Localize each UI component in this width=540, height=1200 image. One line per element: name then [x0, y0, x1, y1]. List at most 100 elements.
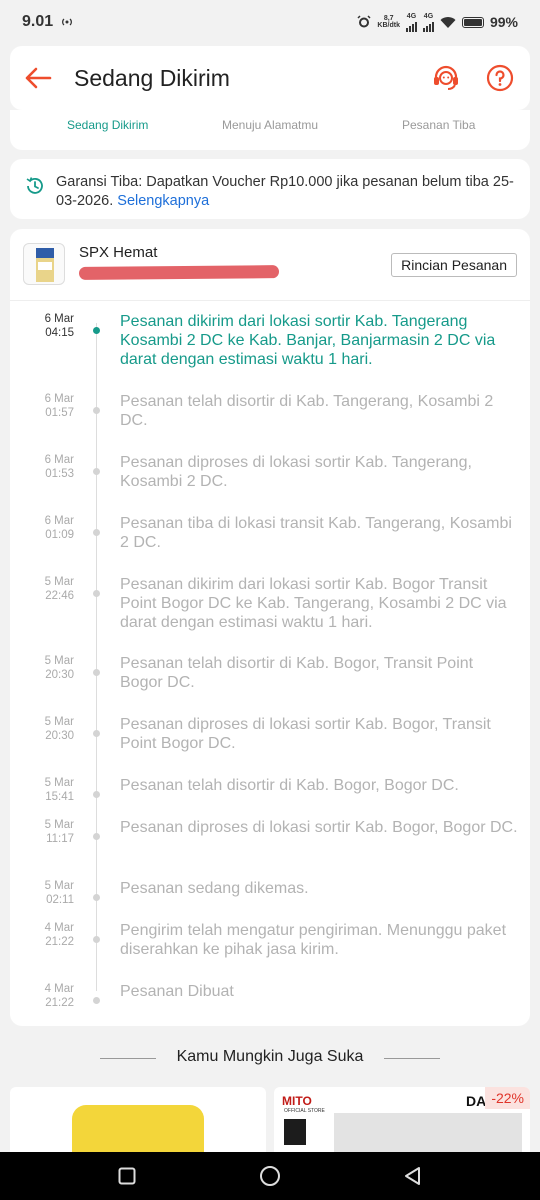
alarm-icon — [357, 15, 371, 29]
timeline-dot — [93, 468, 100, 475]
timeline-dot — [93, 730, 100, 737]
carrier-row: SPX Hemat Rincian Pesanan — [10, 229, 530, 301]
event-text: Pesanan diproses di lokasi sortir Kab. B… — [120, 819, 518, 836]
redaction-mark — [78, 265, 280, 280]
app-header: Sedang Dikirim — [10, 46, 530, 110]
event-text: Pesanan telah disortir di Kab. Bogor, Bo… — [120, 777, 459, 794]
square-icon[interactable] — [115, 1164, 139, 1188]
hotspot-icon — [61, 17, 73, 27]
event-datetime: 6 Mar 01:57 — [10, 392, 74, 420]
product-image — [334, 1113, 522, 1152]
event-time: 01:57 — [45, 407, 74, 419]
event-datetime: 6 Mar 01:09 — [10, 514, 74, 542]
event-datetime: 5 Mar 15:41 — [10, 776, 74, 804]
event-text: Pengirim telah mengatur pengiriman. Menu… — [120, 922, 507, 958]
event-text: Pesanan sedang dikemas. — [120, 880, 309, 897]
timeline-dot — [93, 669, 100, 676]
brand-logo: MITO — [282, 1094, 312, 1108]
event-time: 20:30 — [45, 669, 74, 681]
event-time: 20:30 — [45, 730, 74, 742]
battery-percent: 99% — [489, 14, 518, 30]
timeline-dot — [93, 894, 100, 901]
store-badge-icon — [284, 1119, 306, 1145]
event-date: 5 Mar — [44, 777, 74, 789]
event-time: 11:17 — [46, 833, 74, 845]
signal-bars-icon — [422, 20, 434, 32]
battery-icon — [461, 16, 484, 28]
event-date: 6 Mar — [44, 313, 74, 325]
product-image — [72, 1105, 204, 1152]
event-date: 5 Mar — [44, 576, 74, 588]
net-speed-unit: KB/dtk — [377, 22, 400, 29]
event-text: Pesanan diproses di lokasi sortir Kab. B… — [120, 716, 491, 752]
event-text: Pesanan Dibuat — [120, 983, 234, 1000]
triangle-back-icon[interactable] — [401, 1164, 425, 1188]
event-datetime: 6 Mar 01:53 — [10, 453, 74, 481]
event-datetime: 4 Mar 21:22 — [10, 982, 74, 1010]
event-date: 6 Mar — [44, 454, 74, 466]
guarantee-notice: Garansi Tiba: Dapatkan Voucher Rp10.000 … — [10, 159, 530, 219]
page-title: Sedang Dikirim — [74, 64, 230, 91]
timeline-dot — [93, 833, 100, 840]
step-sedang-dikirim: Sedang Dikirim — [67, 118, 149, 132]
divider-right — [384, 1058, 440, 1059]
timeline-line — [96, 323, 97, 991]
event-time: 21:22 — [45, 936, 74, 948]
product-thumbnail — [23, 243, 65, 285]
event-datetime: 4 Mar 21:22 — [10, 921, 74, 949]
tracking-timeline: 6 Mar 04:15 Pesanan dikirim dari lokasi s… — [10, 301, 530, 1026]
net-speed-value: 8,7 — [383, 15, 394, 22]
signal-2: 4G — [422, 12, 434, 32]
timeline-dot — [93, 529, 100, 536]
headset-icon[interactable] — [430, 62, 462, 94]
event-time: 15:41 — [45, 791, 74, 803]
event-time: 04:15 — [45, 327, 74, 339]
timeline-dot — [93, 407, 100, 414]
product-card[interactable] — [10, 1087, 266, 1152]
timeline-dot — [93, 997, 100, 1004]
timeline-dot — [93, 590, 100, 597]
event-time: 02:11 — [46, 894, 74, 906]
signal-1: 4G — [405, 12, 417, 32]
product-card[interactable]: MITO OFFICIAL STORE DAI -22% — [274, 1087, 530, 1152]
event-date: 6 Mar — [44, 515, 74, 527]
network-label-1: 4G — [406, 12, 417, 20]
event-datetime: 6 Mar 04:15 — [10, 312, 74, 340]
event-text: Pesanan tiba di lokasi transit Kab. Tang… — [120, 515, 512, 551]
event-date: 4 Mar — [44, 922, 74, 934]
event-datetime: 5 Mar 02:11 — [10, 879, 74, 907]
order-detail-button[interactable]: Rincian Pesanan — [391, 253, 517, 277]
event-text: Pesanan telah disortir di Kab. Tangerang… — [120, 393, 494, 429]
event-time: 01:53 — [45, 468, 74, 480]
recommendations-title: Kamu Mungkin Juga Suka — [176, 1048, 364, 1065]
event-date: 5 Mar — [44, 655, 74, 667]
tracking-card: SPX Hemat Rincian Pesanan 6 Mar 04:15 Pes… — [10, 229, 530, 1026]
system-nav-bar — [0, 1152, 540, 1200]
event-date: 4 Mar — [44, 983, 74, 995]
learn-more-link[interactable]: Selengkapnya — [117, 193, 209, 209]
event-date: 5 Mar — [44, 819, 74, 831]
event-date: 5 Mar — [44, 716, 74, 728]
event-text: Pesanan dikirim dari lokasi sortir Kab. … — [120, 576, 507, 631]
signal-bars-icon — [405, 20, 417, 32]
arrow-left-icon[interactable] — [24, 64, 52, 92]
network-label-2: 4G — [423, 12, 434, 20]
event-text: Pesanan diproses di lokasi sortir Kab. T… — [120, 454, 472, 490]
question-circle-icon[interactable] — [484, 62, 516, 94]
event-text: Pesanan telah disortir di Kab. Bogor, Tr… — [120, 655, 474, 691]
circle-icon[interactable] — [258, 1164, 282, 1188]
event-datetime: 5 Mar 22:46 — [10, 575, 74, 603]
wifi-icon — [440, 16, 456, 29]
step-menuju-alamat: Menuju Alamatmu — [222, 118, 319, 132]
event-time: 21:22 — [45, 997, 74, 1009]
step-pesanan-tiba: Pesanan Tiba — [402, 118, 476, 132]
event-datetime: 5 Mar 11:17 — [10, 818, 74, 846]
discount-badge: -22% — [485, 1087, 530, 1109]
status-bar: 9.01 8,7 KB/dtk 4G 4G 99% — [0, 0, 540, 44]
event-time: 22:46 — [45, 590, 74, 602]
status-time: 9.01 — [22, 13, 54, 30]
event-datetime: 5 Mar 20:30 — [10, 654, 74, 682]
timeline-dot — [93, 936, 100, 943]
event-time: 01:09 — [45, 529, 74, 541]
carrier-name: SPX Hemat — [79, 244, 158, 261]
